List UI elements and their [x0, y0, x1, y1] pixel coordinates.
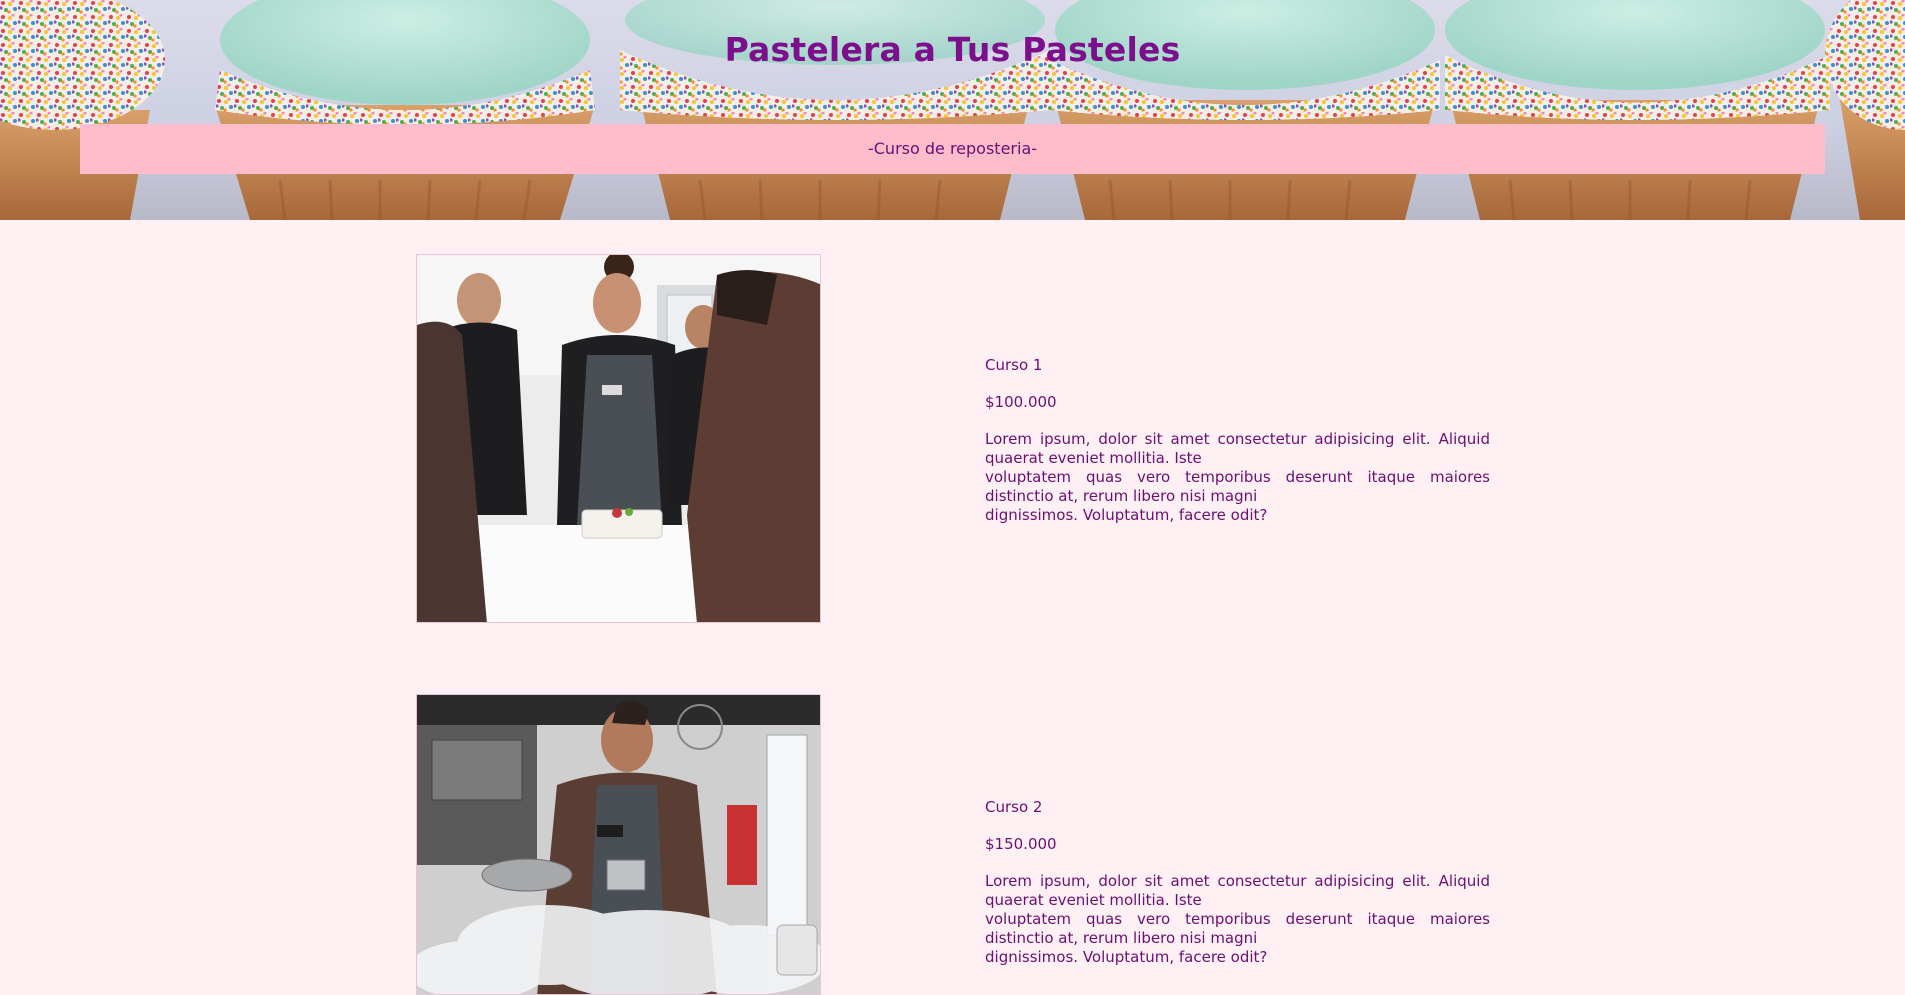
course-name: Curso 2: [985, 798, 1043, 816]
course-description-line: dignissimos. Voluptatum, facere odit?: [985, 948, 1268, 966]
course-description-line: voluptatem quas vero temporibus deserunt…: [985, 468, 1490, 505]
page-title: Pastelera a Tus Pasteles: [724, 30, 1181, 69]
course-description-line: dignissimos. Voluptatum, facere odit?: [985, 506, 1268, 524]
page-subtitle: -Curso de reposteria-: [867, 139, 1038, 158]
course-description-line: voluptatem quas vero temporibus deserunt…: [985, 910, 1490, 947]
subtitle-band: -Curso de reposteria-: [80, 124, 1825, 174]
course-price: $150.000: [985, 835, 1057, 853]
course-description-line: Lorem ipsum, dolor sit amet consectetur …: [985, 872, 1490, 909]
course-price: $100.000: [985, 393, 1057, 411]
course-details: Curso 2 $150.000 Lorem ipsum, dolor sit …: [985, 798, 1490, 967]
hero-banner: Pastelera a Tus Pasteles -Curso de repos…: [0, 0, 1905, 220]
course-description: Lorem ipsum, dolor sit amet consectetur …: [985, 430, 1490, 525]
course-description: Lorem ipsum, dolor sit amet consectetur …: [985, 872, 1490, 967]
chef-nitrogen-photo: [417, 695, 820, 994]
course-photo: [416, 254, 821, 623]
course-name: Curso 1: [985, 356, 1043, 374]
course-description-line: Lorem ipsum, dolor sit amet consectetur …: [985, 430, 1490, 467]
pastry-class-photo: [417, 255, 820, 622]
course-details: Curso 1 $100.000 Lorem ipsum, dolor sit …: [985, 356, 1490, 525]
course-photo: [416, 694, 821, 995]
